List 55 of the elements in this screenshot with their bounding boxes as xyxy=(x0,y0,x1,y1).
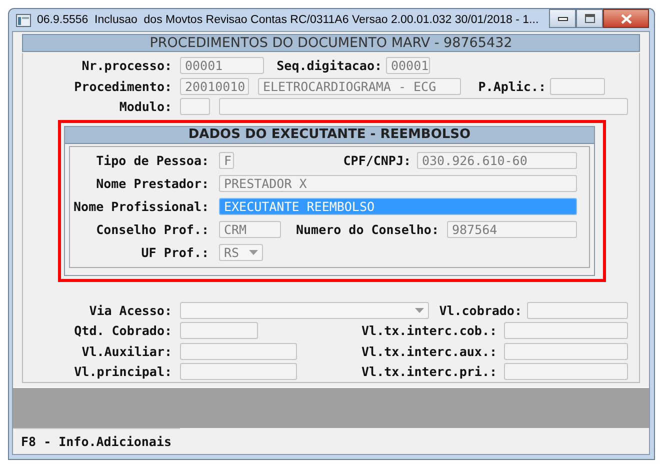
input-field[interactable]: EXECUTANTE REEMBOLSO xyxy=(219,198,577,215)
input-field[interactable]: CRM xyxy=(219,221,281,238)
field-label: P.Aplic.: xyxy=(477,78,546,94)
dropdown[interactable] xyxy=(180,302,429,318)
input-field[interactable] xyxy=(180,322,258,339)
field-label: Vl.principal: xyxy=(73,364,172,379)
form-title: PROCEDIMENTOS DO DOCUMENTO MARV - 98765432 xyxy=(22,34,640,52)
input-field[interactable]: 030.926.610-60 xyxy=(417,152,577,169)
field-label: Nr.processo: xyxy=(80,58,172,73)
field-label: Vl.cobrado: xyxy=(438,302,522,318)
window-title: 06.9.5556 Inclusao dos Movtos Revisao Contas RC/0311A6 Versao 2.00.01.032 30/01/2018 - 1... xyxy=(37,14,539,26)
field-label: Nome Prestador: xyxy=(95,176,209,191)
input-field[interactable]: F xyxy=(219,152,234,169)
input-field[interactable] xyxy=(504,342,628,360)
caret-icon xyxy=(249,250,258,255)
input-field[interactable]: 20010010 xyxy=(180,78,249,94)
caret-icon xyxy=(415,308,424,312)
input-field[interactable] xyxy=(504,322,628,339)
maximize-icon xyxy=(584,14,594,23)
input-field[interactable]: PRESTADOR X xyxy=(219,175,577,192)
field-label: Vl.tx.interc.pri.: xyxy=(360,364,497,379)
maximize-button[interactable] xyxy=(576,9,603,28)
input-field[interactable] xyxy=(504,363,628,380)
input-field[interactable]: 00001 xyxy=(180,57,264,74)
input-field[interactable]: 987564 xyxy=(447,221,577,238)
input-field[interactable]: 00001 xyxy=(386,57,430,74)
field-label: Modulo: xyxy=(118,99,172,114)
input-field[interactable] xyxy=(219,98,628,115)
input-field[interactable]: ELETROCARDIOGRAMA - ECG xyxy=(258,78,461,94)
field-label: Qtd. Cobrado: xyxy=(73,323,172,338)
input-field[interactable] xyxy=(180,98,210,115)
field-label: Numero do Conselho: xyxy=(295,222,439,237)
field-label: Conselho Prof.: xyxy=(95,222,209,237)
dropdown[interactable]: RS xyxy=(219,244,263,261)
field-label: Procedimento: xyxy=(73,78,172,94)
input-field[interactable] xyxy=(527,302,628,318)
app-icon xyxy=(16,14,31,26)
field-label: Seq.digitacao: xyxy=(276,58,382,73)
input-field[interactable] xyxy=(180,342,297,360)
field-label: Via Acesso: xyxy=(88,302,172,318)
field-label: Vl.Auxiliar: xyxy=(80,344,172,358)
field-label: UF Prof.: xyxy=(140,245,209,260)
close-button[interactable] xyxy=(603,9,649,28)
input-field[interactable] xyxy=(180,363,297,380)
field-label: CPF/CNPJ: xyxy=(342,153,411,168)
field-label: Vl.tx.interc.cob.: xyxy=(360,323,497,338)
field-label: Nome Profissional: xyxy=(72,199,209,214)
minimize-icon xyxy=(558,16,568,20)
field-label: Vl.tx.interc.aux.: xyxy=(360,344,497,358)
input-field[interactable] xyxy=(550,78,605,94)
close-icon xyxy=(620,14,632,24)
field-label: Tipo de Pessoa: xyxy=(95,153,209,168)
dialog-title: DADOS DO EXECUTANTE - REEMBOLSO xyxy=(65,127,594,144)
minimize-button[interactable] xyxy=(549,9,576,28)
status-text: F8 - Info.Adicionais xyxy=(13,428,180,454)
